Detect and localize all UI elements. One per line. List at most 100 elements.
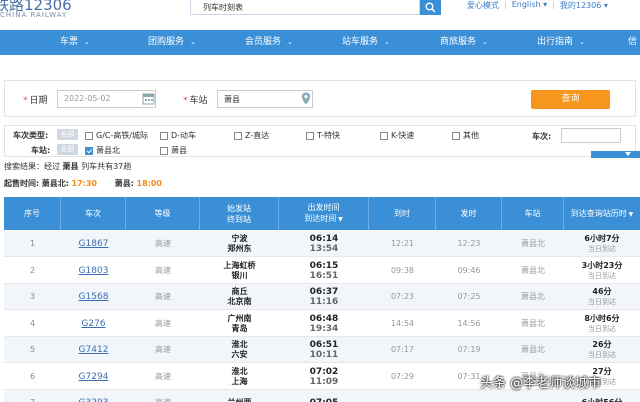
train-number-link[interactable]: G1867: [61, 231, 126, 257]
col-no: 序号: [4, 197, 61, 230]
cell-stations: 上海虹桥 银川: [200, 258, 279, 284]
duration: 6小时7分: [584, 234, 620, 243]
train-number-link[interactable]: G3293: [61, 390, 126, 402]
table-row: 4 G276 高速 广州南 青岛 06:48 19:34 14:54 14:56 萧县北 8小时6分…: [4, 311, 640, 337]
nav-business-service[interactable]: 商旅服务 ⌄: [440, 30, 488, 55]
arrival-day: 当日到达: [588, 324, 616, 333]
care-mode-link[interactable]: 爱心模式: [462, 0, 504, 12]
arrival-day: 当日到达: [588, 245, 616, 253]
chevron-down-icon: ⌄: [287, 38, 293, 46]
cell-stations: 广州南 青岛: [200, 311, 279, 337]
search-icon: [425, 2, 436, 13]
col-arrive: 到时: [369, 197, 436, 230]
cell-at: 12:21: [390, 239, 415, 248]
train-number-link[interactable]: G1803: [61, 258, 126, 284]
table-row: 7G3293高速兰州西 07:05 6小时56分: [4, 390, 640, 402]
table-header: 序号 车次 等级 始发站 终到站 出发时间 到达时间 ▼ 到时 发时 车站 到达查询…: [4, 197, 640, 230]
cell-no: 5: [29, 345, 36, 354]
col-depart: 发时: [436, 197, 502, 230]
origin-station: 淮北: [231, 366, 248, 376]
top-links: 爱心模式 | English ▾ | 我的12306 ▾: [462, 0, 613, 12]
departure-time: 06:51: [309, 340, 339, 350]
calendar-icon[interactable]: [142, 92, 155, 105]
cell-dt: 14:56: [457, 318, 481, 328]
train-type-label: 车次类型:: [13, 131, 49, 140]
origin-station: 广州南: [227, 313, 252, 323]
col-duration[interactable]: 到达查询站历时 ▼: [564, 197, 640, 230]
location-pin-icon[interactable]: [301, 92, 311, 105]
type-option-t[interactable]: T-特快: [306, 130, 340, 141]
departure-time: 07:05: [310, 398, 339, 402]
cell-dt: 12:23: [457, 239, 481, 248]
train-number-link[interactable]: G1568: [61, 284, 126, 310]
checkbox[interactable]: [160, 146, 168, 155]
terminal-station: 银川: [231, 270, 248, 280]
nav-station-service[interactable]: 站车服务 ⌄: [342, 30, 390, 55]
search-button[interactable]: [420, 0, 441, 15]
type-option-d[interactable]: D-动车: [160, 130, 196, 141]
cell-grade: 高速: [155, 239, 171, 248]
expand-toggle[interactable]: [591, 151, 640, 158]
checkbox[interactable]: [85, 131, 93, 140]
sort-desc-icon[interactable]: ▼: [336, 216, 343, 223]
nav-info[interactable]: 信: [628, 30, 637, 55]
checkbox[interactable]: [380, 131, 388, 140]
nav-member-service[interactable]: 会员服务 ⌄: [245, 30, 293, 55]
checkbox[interactable]: [160, 131, 168, 140]
checkbox[interactable]: [306, 131, 314, 140]
type-option-k[interactable]: K-快速: [380, 130, 414, 141]
origin-station: 商丘: [231, 287, 248, 296]
duration: 8小时6分: [584, 313, 620, 323]
table-row: 5 G7412 高速 淮北 六安 06:51 10:11 07:17 07:19 萧县北 26分 当日…: [4, 337, 640, 363]
cell-stations: 宁波 郑州东: [200, 231, 279, 257]
query-panel: * 日期 2022-05-02 * 车站 萧县 查询: [4, 80, 636, 117]
english-link[interactable]: English ▾: [507, 0, 552, 12]
type-option-z[interactable]: Z-直达: [234, 130, 269, 141]
cell-duration: 6小时56分: [564, 390, 640, 402]
train-number-link[interactable]: G7412: [61, 337, 126, 363]
station-option-xiaoxian[interactable]: 萧县: [160, 145, 187, 156]
my-12306-link[interactable]: 我的12306 ▾: [555, 0, 613, 12]
cell-times: 06:48 19:34: [279, 311, 369, 337]
cell-no: 4: [29, 318, 36, 328]
cell-at: 07:29: [390, 371, 415, 381]
sort-desc-icon[interactable]: ▼: [627, 211, 634, 218]
col-stations: 始发站 终到站: [200, 197, 279, 230]
train-number-link[interactable]: G7294: [61, 364, 126, 390]
station-field[interactable]: 萧县: [217, 90, 313, 108]
table-row: 3 G1568 高速 商丘 北京南 06:37 11:16 07:23 07:25 萧县北 46分当…: [4, 284, 640, 310]
train-number-input[interactable]: [561, 128, 621, 143]
cell-duration: 6小时7分当日到达: [564, 231, 640, 257]
terminal-station: 北京南: [227, 297, 252, 306]
arrival-time: 13:54: [309, 244, 339, 254]
cell-times: 07:02 11:09: [279, 364, 369, 390]
cell-at: 14:54: [390, 318, 415, 328]
col-train: 车次: [61, 197, 126, 230]
checkbox[interactable]: [452, 131, 460, 140]
col-times[interactable]: 出发时间 到达时间 ▼: [279, 197, 369, 230]
arrival-day: 当日到达: [588, 298, 616, 306]
cell-times: 06:15 16:51: [279, 258, 369, 284]
station-option-xiaoxianbei[interactable]: 萧县北: [85, 145, 120, 156]
type-option-gc[interactable]: G/C-高铁/城际: [85, 130, 148, 141]
nav-tickets[interactable]: 车票 ⌄: [60, 30, 90, 55]
type-all-button[interactable]: 全部: [57, 129, 78, 140]
train-number-link[interactable]: G276: [61, 311, 126, 337]
nav-group-service[interactable]: 团购服务 ⌄: [148, 30, 196, 55]
result-summary: 搜索结果：经过 萧县 列车共有37趟: [4, 162, 132, 171]
checkbox[interactable]: [234, 131, 242, 140]
search-box[interactable]: [190, 0, 420, 15]
watermark: 头条 @李老师谈城市: [480, 376, 602, 391]
terminal-station: 上海: [231, 376, 248, 386]
station-all-button[interactable]: 全部: [57, 144, 78, 155]
cell-station: 萧县北: [521, 345, 545, 354]
query-button[interactable]: 查询: [531, 90, 610, 109]
origin-station: 宁波: [231, 234, 248, 243]
nav-travel-guide[interactable]: 出行指南 ⌄: [537, 30, 585, 55]
cell-duration: 26分 当日到达: [564, 337, 640, 363]
cell-station: 萧县北: [521, 239, 545, 248]
search-input[interactable]: [191, 0, 419, 14]
checkbox-checked[interactable]: [85, 146, 93, 155]
type-option-other[interactable]: 其他: [452, 130, 479, 141]
chevron-down-icon: ⌄: [384, 38, 390, 46]
